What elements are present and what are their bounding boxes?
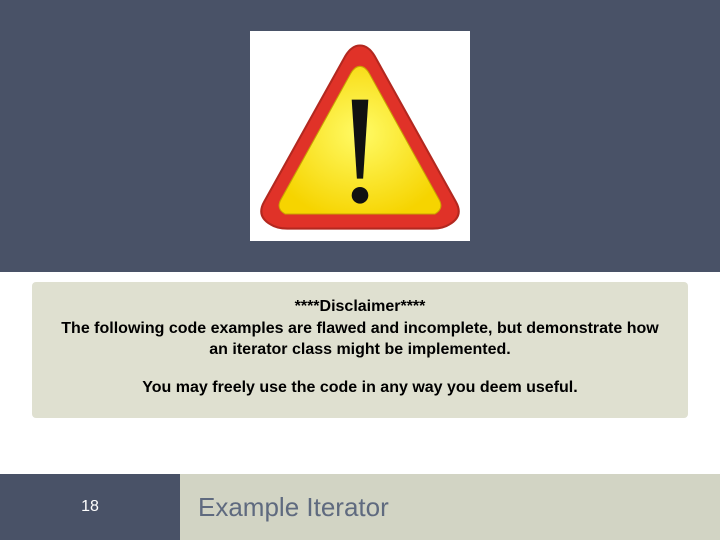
disclaimer-body-2: You may freely use the code in any way y… xyxy=(56,377,664,399)
disclaimer-panel: ****Disclaimer**** The following code ex… xyxy=(32,282,688,418)
warning-triangle-icon xyxy=(256,37,464,235)
slide-title: Example Iterator xyxy=(180,474,720,540)
page-number: 18 xyxy=(0,474,180,540)
warning-image-container xyxy=(250,31,470,241)
header-panel xyxy=(0,0,720,272)
footer: 18 Example Iterator xyxy=(0,474,720,540)
disclaimer-body-1: The following code examples are flawed a… xyxy=(56,318,664,361)
disclaimer-heading: ****Disclaimer**** xyxy=(56,296,664,318)
